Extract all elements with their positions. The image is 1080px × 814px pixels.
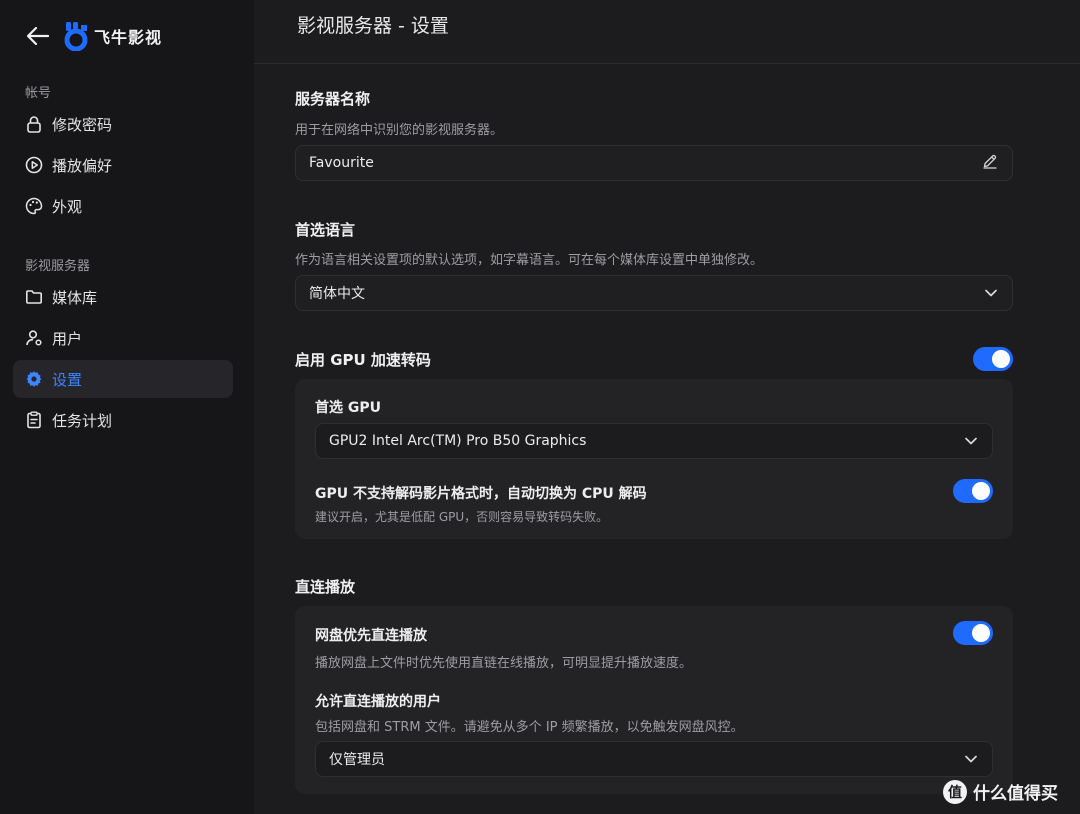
chevron-down-icon [964,434,978,448]
cpu-fallback-description: 建议开启，尤其是低配 GPU，否则容易导致转码失败。 [315,510,609,524]
allowed-users-select[interactable]: 仅管理员 [315,741,993,777]
sidebar-item-appearance[interactable]: 外观 [13,187,233,225]
sidebar-item-tasks[interactable]: 任务计划 [13,401,233,439]
sidebar-item-settings[interactable]: 设置 [13,360,233,398]
preferred-gpu-value: GPU2 Intel Arc(TM) Pro B50 Graphics [329,433,587,449]
arrow-left-icon [27,27,49,45]
pencil-icon[interactable] [982,153,998,173]
sidebar-item-label: 设置 [52,370,83,389]
language-value: 简体中文 [309,286,365,302]
server-name-description: 用于在网络中识别您的影视服务器。 [295,123,504,138]
direct-play-card: 网盘优先直连播放 播放网盘上文件时优先使用直链在线播放，可明显提升播放速度。 允… [295,606,1013,794]
sidebar-item-label: 播放偏好 [52,156,113,175]
preferred-gpu-select[interactable]: GPU2 Intel Arc(TM) Pro B50 Graphics [315,423,993,459]
direct-play-title: 直连播放 [295,578,356,596]
app-logo-icon [64,21,90,52]
sidebar-item-playback[interactable]: 播放偏好 [13,146,233,184]
allowed-users-value: 仅管理员 [329,752,385,768]
gpu-title: 启用 GPU 加速转码 [295,351,431,369]
server-name-input[interactable]: Favourite [295,145,1013,181]
sidebar-item-label: 修改密码 [52,115,113,134]
sidebar-item-label: 任务计划 [52,411,113,430]
palette-icon [25,197,43,215]
sidebar-item-label: 外观 [52,197,83,216]
app-name: 飞牛影视 [94,28,163,47]
sidebar-item-users[interactable]: 用户 [13,319,233,357]
allowed-users-description: 包括网盘和 STRM 文件。请避免从多个 IP 频繁播放，以免触发网盘风控。 [315,720,744,735]
group-label-account: 帐号 [25,86,52,101]
sidebar-item-label: 媒体库 [52,288,98,307]
cpu-fallback-toggle[interactable] [953,479,993,503]
netdisk-direct-toggle[interactable] [953,621,993,645]
language-select[interactable]: 简体中文 [295,275,1013,311]
netdisk-direct-description: 播放网盘上文件时优先使用直链在线播放，可明显提升播放速度。 [315,656,693,671]
sidebar-item-change-password[interactable]: 修改密码 [13,105,233,143]
chevron-down-icon [964,752,978,766]
allowed-users-title: 允许直连播放的用户 [315,694,441,710]
top-bar: 影视服务器 - 设置 [254,0,1080,64]
settings-content: 服务器名称 用于在网络中识别您的影视服务器。 Favourite 首选语言 作为… [254,64,1080,814]
brand-bar: 飞牛影视 [26,20,162,52]
netdisk-direct-title: 网盘优先直连播放 [315,628,427,644]
cpu-fallback-title: GPU 不支持解码影片格式时，自动切换为 CPU 解码 [315,486,647,502]
sidebar-item-library[interactable]: 媒体库 [13,278,233,316]
preferred-gpu-label: 首选 GPU [315,400,381,416]
page-title: 影视服务器 - 设置 [297,15,449,37]
language-title: 首选语言 [295,221,356,239]
play-circle-icon [25,156,43,174]
gpu-toggle[interactable] [973,347,1013,371]
group-label-server: 影视服务器 [25,259,91,274]
sidebar-item-label: 用户 [52,329,83,348]
watermark-badge: 值 [943,779,967,804]
language-description: 作为语言相关设置项的默认选项，如字幕语言。可在每个媒体库设置中单独修改。 [295,253,764,268]
back-button[interactable] [26,24,50,48]
server-name-title: 服务器名称 [295,90,371,108]
chevron-down-icon [984,286,998,300]
server-name-value: Favourite [309,155,374,171]
sidebar: 飞牛影视 帐号 修改密码 播放偏好 外观 影视服务器 媒体库 用户 设置 任务计… [0,0,254,814]
gear-icon [25,370,43,388]
folder-icon [25,288,43,306]
watermark-text: 什么值得买 [973,784,1058,804]
gpu-card: 首选 GPU GPU2 Intel Arc(TM) Pro B50 Graphi… [295,379,1013,539]
clipboard-icon [25,411,43,429]
watermark: 值 什么值得买 [943,779,1058,804]
user-gear-icon [25,329,43,347]
lock-icon [25,115,43,133]
